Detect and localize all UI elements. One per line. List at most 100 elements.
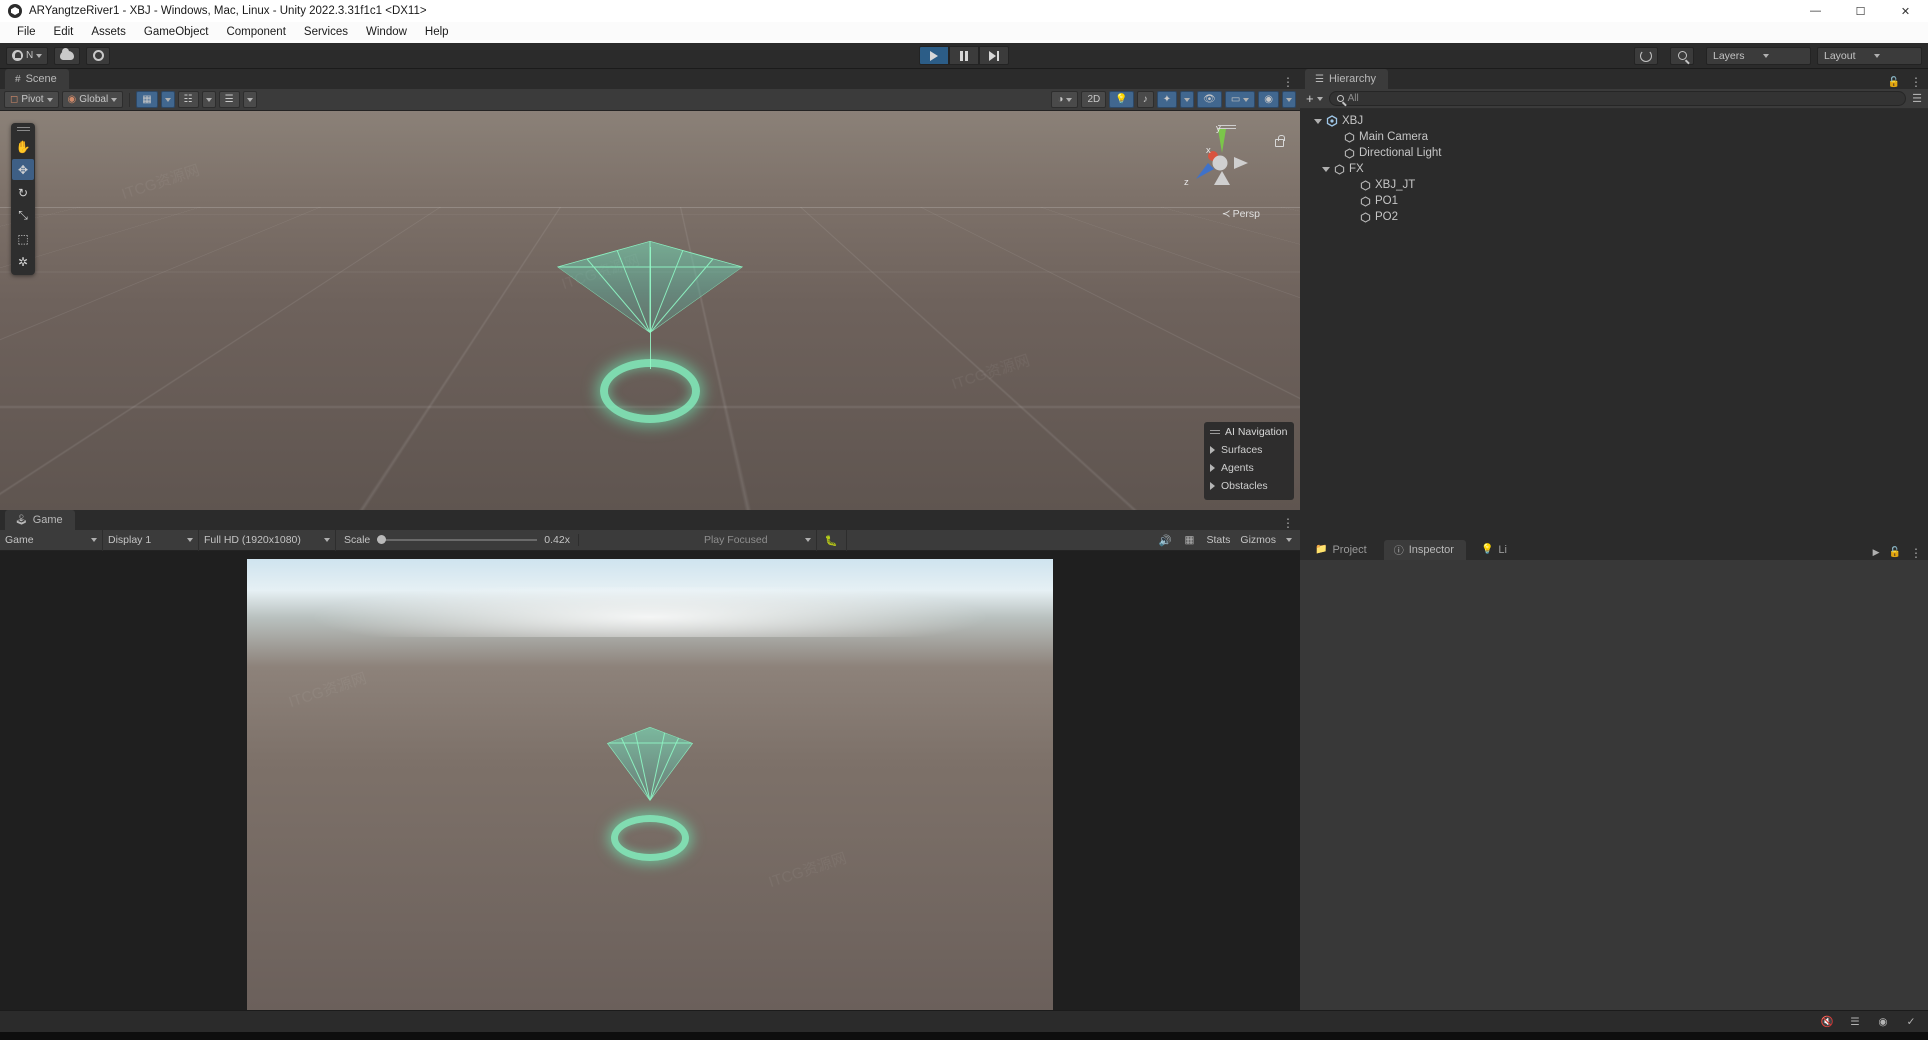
overlay-drag-handle[interactable] <box>1210 430 1220 434</box>
display-dropdown[interactable]: Display 1 <box>103 529 199 551</box>
stats-button[interactable]: Stats <box>1206 534 1230 546</box>
play-mode-dropdown[interactable]: Play Focused <box>699 529 817 551</box>
check-circle-icon[interactable]: ✓ <box>1904 1015 1918 1029</box>
scene-panel-menu-icon[interactable]: ⋮ <box>1282 75 1294 89</box>
menu-component[interactable]: Component <box>217 22 294 43</box>
perspective-label[interactable]: ≺ Persp <box>1222 208 1260 220</box>
hierarchy-row-fx[interactable]: FX <box>1300 161 1928 177</box>
hierarchy-row-main-camera[interactable]: Main Camera <box>1300 129 1928 145</box>
pivot-mode-button[interactable]: ◻ Pivot <box>4 91 59 108</box>
slider-knob[interactable] <box>377 535 387 544</box>
game-mode-dropdown[interactable]: Game <box>0 529 103 551</box>
mute-icon[interactable]: 🔇 <box>1820 1015 1834 1029</box>
tab-project[interactable]: 📁 Project <box>1305 540 1379 560</box>
menu-edit[interactable]: Edit <box>45 22 83 43</box>
scene-viewport[interactable]: ITCG资源网 ITCG资源网 ITCG资源网 ✋ ✥ ↻ <box>0 111 1300 510</box>
rotate-tool-button[interactable]: ↻ <box>12 182 34 203</box>
chevron-down-icon[interactable] <box>1322 166 1330 172</box>
search-button[interactable] <box>1670 46 1694 65</box>
tab-lighting[interactable]: 💡 Li <box>1471 540 1511 560</box>
hierarchy-search-input[interactable]: All <box>1328 91 1907 106</box>
menu-assets[interactable]: Assets <box>82 22 135 43</box>
hierarchy-row-directional-light[interactable]: Directional Light <box>1300 145 1928 161</box>
snap-increment-button[interactable]: ☷ <box>177 91 199 108</box>
layout-dropdown[interactable]: Layout <box>1817 46 1922 65</box>
hidden-objects-button[interactable]: 👁 <box>1197 91 1222 108</box>
handle-rotation-button[interactable]: ◉ Global <box>61 91 124 108</box>
layers-dropdown[interactable]: Layers <box>1706 46 1811 65</box>
ai-navigation-header[interactable]: AI Navigation <box>1204 426 1294 441</box>
palette-drag-handle[interactable] <box>16 127 30 132</box>
gizmo-lock-icon[interactable] <box>1275 135 1285 147</box>
global-icon[interactable]: ◉ <box>1876 1015 1890 1029</box>
view-2d-button[interactable]: 2D <box>1081 91 1107 108</box>
ai-nav-agents-row[interactable]: Agents <box>1204 459 1294 477</box>
scene-camera-button[interactable]: ▭ <box>1224 91 1256 108</box>
scene-fx-button[interactable]: ✦ <box>1156 91 1178 108</box>
chevron-down-icon[interactable] <box>1314 118 1322 124</box>
scene-lighting-button[interactable]: 💡 <box>1109 91 1134 108</box>
hierarchy-row-po1[interactable]: PO1 <box>1300 193 1928 209</box>
scene-audio-button[interactable]: ♪ <box>1136 91 1154 108</box>
hand-tool-button[interactable]: ✋ <box>12 136 34 157</box>
menu-services[interactable]: Services <box>295 22 357 43</box>
ai-nav-surfaces-row[interactable]: Surfaces <box>1204 441 1294 459</box>
scale-tool-button[interactable]: ⤡ <box>12 205 34 226</box>
undo-history-button[interactable] <box>1634 46 1658 65</box>
mute-audio-icon[interactable]: 🔊 <box>1158 533 1172 547</box>
grid-snap-dropdown[interactable] <box>160 91 175 108</box>
tab-inspector[interactable]: ⓘ Inspector <box>1383 539 1466 560</box>
minimize-button[interactable]: — <box>1793 0 1838 22</box>
chevron-down-icon[interactable] <box>1286 538 1292 542</box>
snap-increment-dropdown[interactable] <box>201 91 216 108</box>
ruler-dropdown[interactable] <box>242 91 257 108</box>
create-gameobject-button[interactable]: + <box>1306 91 1323 106</box>
menu-gameobject[interactable]: GameObject <box>135 22 218 43</box>
gizmos-dropdown[interactable] <box>1282 91 1296 108</box>
debug-button[interactable]: 🐛 <box>817 529 847 551</box>
hierarchy-filter-icon[interactable]: ☰ <box>1912 92 1922 105</box>
resolution-dropdown[interactable]: Full HD (1920x1080) <box>199 529 336 551</box>
game-viewport[interactable]: ITCG资源网 ITCG资源网 <box>0 551 1300 1010</box>
menu-window[interactable]: Window <box>357 22 416 43</box>
layers-icon[interactable]: ☰ <box>1848 1015 1862 1029</box>
ruler-button[interactable]: ☰ <box>218 91 240 108</box>
menu-help[interactable]: Help <box>416 22 458 43</box>
tab-game[interactable]: 🕹 Game <box>5 510 75 530</box>
scene-fx-dropdown[interactable] <box>1180 91 1195 108</box>
cloud-services-button[interactable] <box>54 46 81 65</box>
rect-tool-button[interactable]: ⬚ <box>12 228 34 249</box>
pause-button[interactable] <box>949 46 979 65</box>
hierarchy-panel-menu-icon[interactable]: ⋮ <box>1910 75 1922 89</box>
tab-scene[interactable]: # Scene <box>5 69 69 89</box>
menu-file[interactable]: File <box>8 22 45 43</box>
tab-overflow-icon[interactable]: ▶ <box>1873 547 1880 558</box>
scale-control[interactable]: Scale 0.42x <box>336 534 579 546</box>
gizmos-button[interactable]: Gizmos <box>1240 534 1276 546</box>
scale-slider[interactable] <box>377 535 538 544</box>
inspector-panel-menu-icon[interactable]: ⋮ <box>1910 546 1922 560</box>
hierarchy-row-po2[interactable]: PO2 <box>1300 209 1928 225</box>
scene-orientation-gizmo[interactable]: x y z <box>1182 123 1258 199</box>
game-panel-menu-icon[interactable]: ⋮ <box>1282 516 1294 530</box>
tab-hierarchy[interactable]: ☰ Hierarchy <box>1305 69 1389 89</box>
maximize-button[interactable]: ☐ <box>1838 0 1883 22</box>
gizmos-toggle-button[interactable]: ◉ <box>1258 91 1279 108</box>
account-button[interactable]: N <box>6 46 49 65</box>
hierarchy-row-xbj-jt[interactable]: XBJ_JT <box>1300 177 1928 193</box>
grid-snap-button[interactable]: ▦ <box>136 91 158 108</box>
inspector-lock-icon[interactable]: 🔓 <box>1889 547 1901 558</box>
play-button[interactable] <box>919 46 949 65</box>
editor-body: # Scene ⋮ ◻ Pivot ◉ Global ▦ ☷ ☰ ◑ 2D 💡 … <box>0 69 1928 1010</box>
account-label: N <box>26 50 34 61</box>
hierarchy-lock-icon[interactable]: 🔓 <box>1888 77 1900 88</box>
hierarchy-row-xbj[interactable]: XBJ <box>1300 113 1928 129</box>
grid-overlay-icon[interactable]: ▦ <box>1182 533 1196 547</box>
ai-nav-obstacles-row[interactable]: Obstacles <box>1204 477 1294 495</box>
transform-tool-button[interactable]: ✲ <box>12 251 34 272</box>
move-tool-button[interactable]: ✥ <box>12 159 34 180</box>
step-button[interactable] <box>979 46 1009 65</box>
editor-settings-button[interactable] <box>86 46 111 65</box>
shading-mode-button[interactable]: ◑ <box>1051 91 1079 108</box>
close-button[interactable]: ✕ <box>1883 0 1928 22</box>
